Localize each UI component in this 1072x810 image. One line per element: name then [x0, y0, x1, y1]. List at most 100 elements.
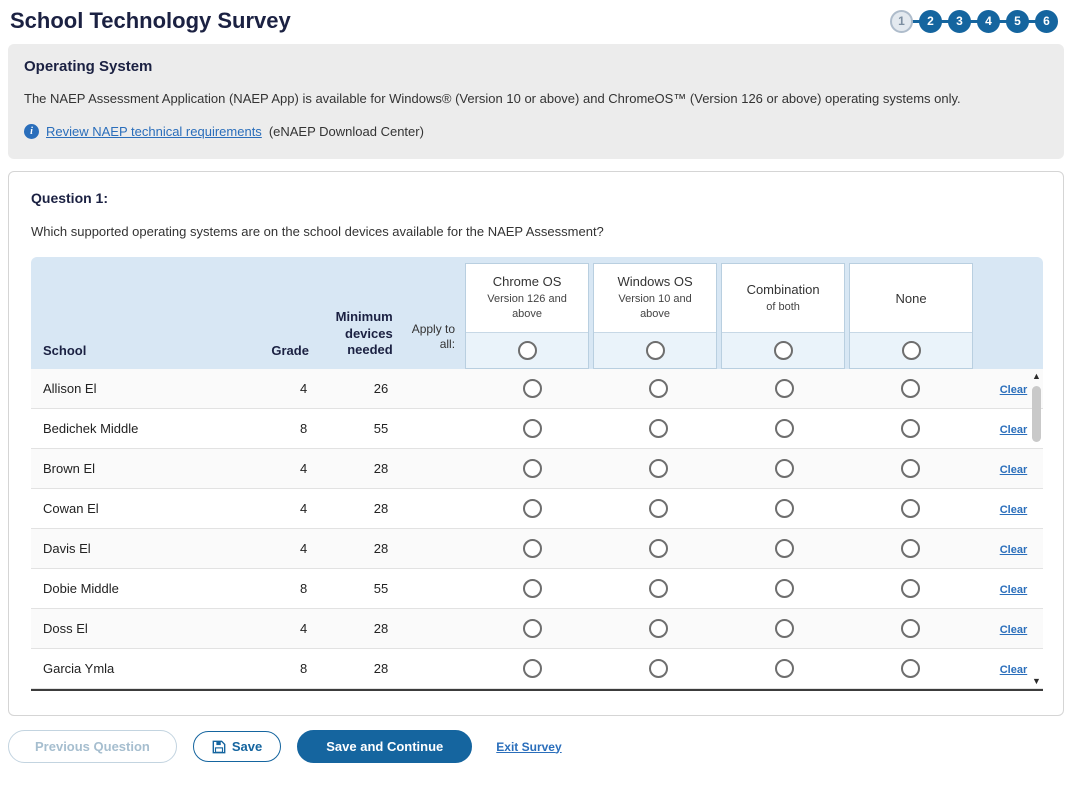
radio-windows-os[interactable] — [649, 579, 668, 598]
school-name: Dobie Middle — [31, 581, 262, 596]
scroll-up-icon[interactable]: ▲ — [1032, 372, 1041, 381]
grade-value: 4 — [262, 461, 323, 476]
clear-link[interactable]: Clear — [1000, 504, 1028, 516]
radio-combination[interactable] — [775, 419, 794, 438]
previous-question-button[interactable]: Previous Question — [8, 730, 177, 763]
grade-value: 8 — [262, 581, 323, 596]
clear-link[interactable]: Clear — [1000, 584, 1028, 596]
question-text: Which supported operating systems are on… — [31, 224, 1041, 239]
question-card: Question 1: Which supported operating sy… — [8, 171, 1064, 716]
option-cell-chrome-os — [469, 499, 595, 518]
option-cell-none — [848, 459, 974, 478]
header-apply-to-all: Apply to all: — [401, 257, 463, 369]
clear-link[interactable]: Clear — [1000, 424, 1028, 436]
clear-link[interactable]: Clear — [1000, 664, 1028, 676]
radio-combination[interactable] — [775, 619, 794, 638]
radio-chrome-os[interactable] — [523, 459, 542, 478]
grade-value: 4 — [262, 541, 323, 556]
question-label: Question 1: — [31, 190, 1041, 206]
apply-all-radio-chrome-os[interactable] — [518, 341, 537, 360]
header-scroll-spacer — [1029, 257, 1043, 369]
radio-combination[interactable] — [775, 459, 794, 478]
footer-actions: Previous Question Save Save and Continue… — [8, 730, 1072, 763]
radio-windows-os[interactable] — [649, 659, 668, 678]
radio-chrome-os[interactable] — [523, 579, 542, 598]
radio-windows-os[interactable] — [649, 619, 668, 638]
radio-combination[interactable] — [775, 499, 794, 518]
apply-all-radio-windows-os[interactable] — [646, 341, 665, 360]
radio-windows-os[interactable] — [649, 539, 668, 558]
step-5-button[interactable]: 5 — [1006, 10, 1029, 33]
radio-none[interactable] — [901, 619, 920, 638]
school-name: Cowan El — [31, 501, 262, 516]
table-header: School Grade Minimum devices needed Appl… — [31, 257, 1043, 369]
radio-chrome-os[interactable] — [523, 659, 542, 678]
option-cell-none — [848, 379, 974, 398]
option-cell-none — [848, 499, 974, 518]
radio-chrome-os[interactable] — [523, 539, 542, 558]
clear-cell: Clear — [974, 461, 1029, 476]
scroll-down-icon[interactable]: ▼ — [1032, 677, 1041, 686]
radio-chrome-os[interactable] — [523, 499, 542, 518]
clear-link[interactable]: Clear — [1000, 384, 1028, 396]
grade-value: 8 — [262, 661, 323, 676]
clear-cell: Clear — [974, 501, 1029, 516]
top-bar: School Technology Survey 123456 — [0, 0, 1072, 40]
radio-chrome-os[interactable] — [523, 419, 542, 438]
info-panel: Operating System The NAEP Assessment App… — [8, 44, 1064, 159]
save-button[interactable]: Save — [193, 731, 281, 762]
clear-link[interactable]: Clear — [1000, 624, 1028, 636]
radio-none[interactable] — [901, 579, 920, 598]
devices-value: 28 — [323, 501, 406, 516]
radio-combination[interactable] — [775, 379, 794, 398]
radio-combination[interactable] — [775, 579, 794, 598]
table-row: Brown El428Clear — [31, 449, 1043, 489]
option-cell-combination — [722, 419, 848, 438]
vertical-scrollbar[interactable]: ▲ ▼ — [1030, 369, 1043, 689]
radio-combination[interactable] — [775, 539, 794, 558]
option-cell-chrome-os — [469, 579, 595, 598]
radio-none[interactable] — [901, 419, 920, 438]
radio-none[interactable] — [901, 659, 920, 678]
step-2-button[interactable]: 2 — [919, 10, 942, 33]
scrollbar-thumb[interactable] — [1032, 386, 1041, 442]
option-cell-windows-os — [595, 499, 721, 518]
step-3-button[interactable]: 3 — [948, 10, 971, 33]
clear-cell: Clear — [974, 381, 1029, 396]
radio-windows-os[interactable] — [649, 459, 668, 478]
clear-link[interactable]: Clear — [1000, 464, 1028, 476]
option-cell-chrome-os — [469, 659, 595, 678]
save-icon — [212, 740, 226, 754]
clear-cell: Clear — [974, 421, 1029, 436]
option-cell-none — [848, 619, 974, 638]
radio-none[interactable] — [901, 499, 920, 518]
radio-none[interactable] — [901, 459, 920, 478]
clear-cell: Clear — [974, 541, 1029, 556]
devices-value: 26 — [323, 381, 406, 396]
option-cell-chrome-os — [469, 459, 595, 478]
radio-chrome-os[interactable] — [523, 379, 542, 398]
step-6-button[interactable]: 6 — [1035, 10, 1058, 33]
technical-requirements-link[interactable]: Review NAEP technical requirements — [46, 124, 262, 139]
save-button-label: Save — [232, 739, 262, 754]
option-cell-chrome-os — [469, 539, 595, 558]
option-subtitle: of both — [766, 300, 800, 315]
radio-combination[interactable] — [775, 659, 794, 678]
exit-survey-link[interactable]: Exit Survey — [496, 740, 561, 754]
radio-windows-os[interactable] — [649, 499, 668, 518]
radio-chrome-os[interactable] — [523, 619, 542, 638]
step-1-button[interactable]: 1 — [890, 10, 913, 33]
option-title: Combination — [747, 282, 820, 297]
radio-none[interactable] — [901, 379, 920, 398]
step-4-button[interactable]: 4 — [977, 10, 1000, 33]
apply-all-radio-combination[interactable] — [774, 341, 793, 360]
clear-link[interactable]: Clear — [1000, 544, 1028, 556]
radio-windows-os[interactable] — [649, 419, 668, 438]
option-column-none: None — [847, 257, 975, 369]
grade-value: 8 — [262, 421, 323, 436]
devices-value: 28 — [323, 621, 406, 636]
apply-all-radio-none[interactable] — [902, 341, 921, 360]
save-and-continue-button[interactable]: Save and Continue — [297, 730, 472, 763]
radio-none[interactable] — [901, 539, 920, 558]
radio-windows-os[interactable] — [649, 379, 668, 398]
